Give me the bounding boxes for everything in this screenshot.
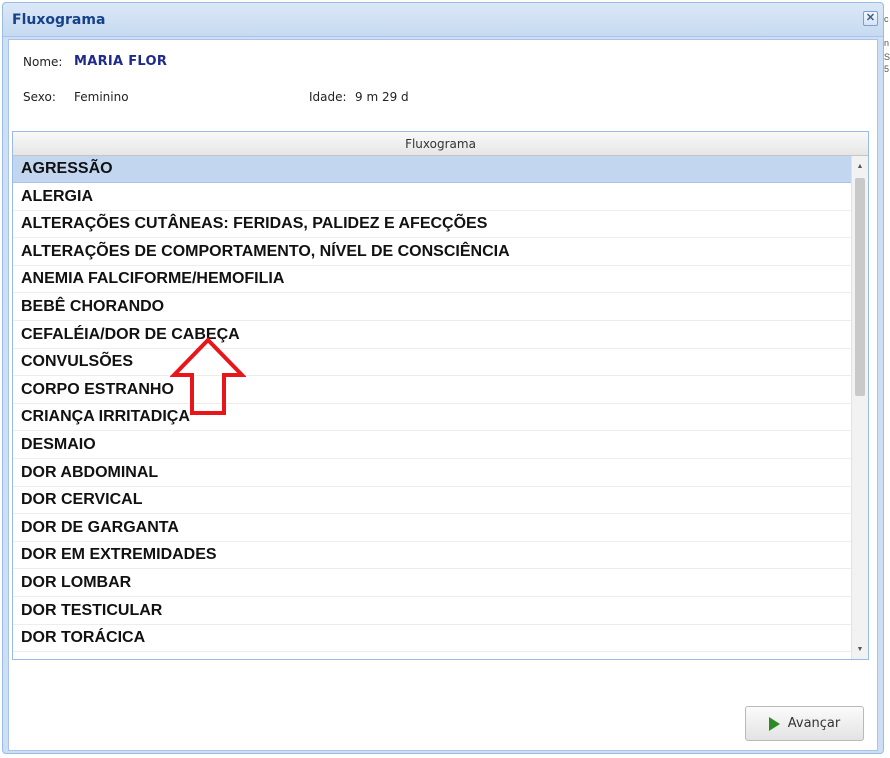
sex-label: Sexo: [23, 90, 56, 104]
grid-row[interactable]: ALTERAÇÕES CUTÂNEAS: FERIDAS, PALIDEZ E … [13, 211, 851, 239]
grid-row[interactable]: DOR TORÁCICA [13, 625, 851, 653]
edge-glyph: S [884, 52, 890, 62]
grid-row[interactable]: CORPO ESTRANHO [13, 377, 851, 404]
scroll-thumb[interactable] [855, 178, 865, 396]
name-label: Nome: [23, 55, 63, 69]
grid-row[interactable]: DOR TESTICULAR [13, 598, 851, 625]
grid-row[interactable]: DOR ABDOMINAL [13, 460, 851, 487]
red-up-arrow-icon [170, 337, 246, 415]
scroll-up-icon[interactable]: ▲ [852, 158, 868, 174]
window-body: Nome: MARIA FLOR Sexo: Feminino Idade: 9… [8, 39, 878, 751]
patient-name: MARIA FLOR [74, 54, 168, 69]
edge-glyph: 5 [884, 64, 890, 74]
advance-button[interactable]: Avançar [745, 706, 864, 741]
grid-row[interactable]: DOR EM EXTREMIDADES [13, 542, 851, 570]
patient-sex: Feminino [74, 90, 129, 104]
fluxograma-window: Fluxograma ✕ Nome: MARIA FLOR Sexo: Femi… [2, 2, 884, 754]
edge-glyph: c [884, 14, 889, 24]
grid-row[interactable]: DOR LOMBAR [13, 570, 851, 597]
grid-row[interactable]: DOR DE GARGANTA [13, 515, 851, 542]
vertical-scrollbar[interactable]: ▲ ▼ [851, 156, 868, 659]
advance-label: Avançar [787, 716, 841, 731]
play-icon [768, 716, 780, 731]
scroll-down-icon[interactable]: ▼ [852, 641, 868, 657]
grid-row[interactable]: BEBÊ CHORANDO [13, 294, 851, 321]
grid-row[interactable]: DOR CERVICAL [13, 487, 851, 515]
age-label: Idade: [309, 90, 347, 104]
window-titlebar: Fluxograma ✕ [3, 3, 883, 37]
grid-row[interactable]: ALERGIA [13, 184, 851, 211]
grid-row[interactable]: ALTERAÇÕES DE COMPORTAMENTO, NÍVEL DE CO… [13, 239, 851, 266]
grid-rows: AGRESSÃO ALERGIA ALTERAÇÕES CUTÂNEAS: FERI… [13, 156, 851, 659]
edge-glyph: n [884, 38, 890, 48]
fluxograma-grid: Fluxograma AGRESSÃO ALERGIA ALTERAÇÕES CUT… [12, 131, 869, 660]
grid-row[interactable]: CRIANÇA IRRITADIÇA [13, 404, 851, 432]
grid-row[interactable]: DESMAIO [13, 432, 851, 459]
grid-row[interactable]: CEFALÉIA/DOR DE CABEÇA [13, 322, 851, 349]
close-icon[interactable]: ✕ [863, 11, 878, 26]
grid-row[interactable]: ANEMIA FALCIFORME/HEMOFILIA [13, 266, 851, 294]
patient-age: 9 m 29 d [355, 90, 409, 104]
grid-column-header[interactable]: Fluxograma [13, 132, 868, 156]
grid-row[interactable]: AGRESSÃO [13, 156, 851, 183]
background-strip [884, 0, 890, 758]
grid-row[interactable]: CONVULSÕES [13, 349, 851, 377]
window-title: Fluxograma [12, 12, 106, 28]
